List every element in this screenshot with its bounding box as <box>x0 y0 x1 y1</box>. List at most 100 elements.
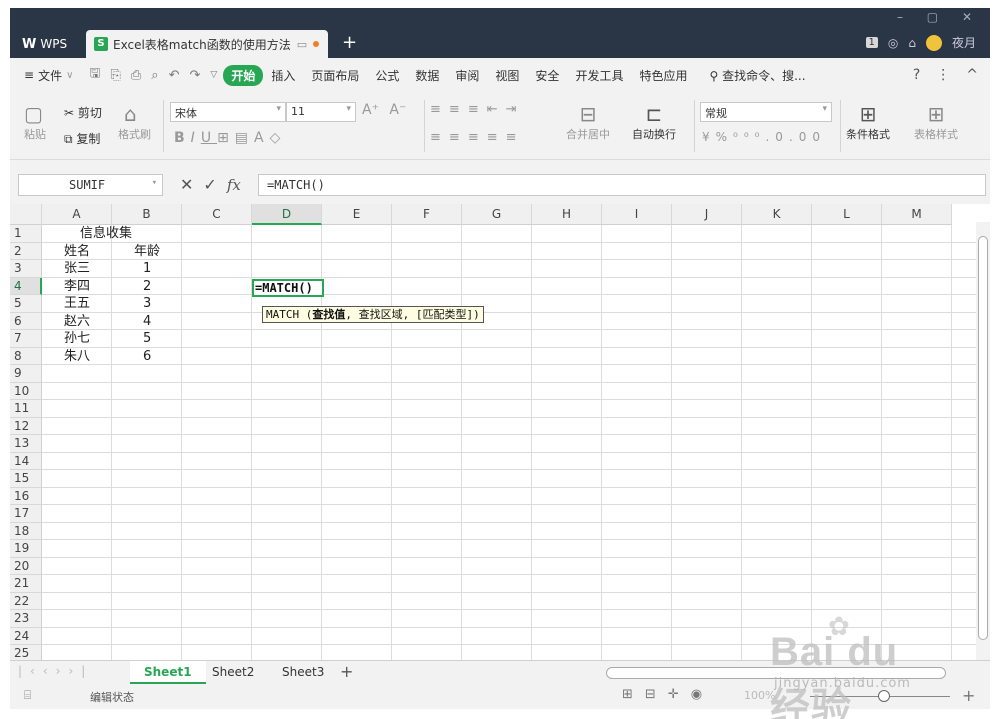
row-header-22[interactable]: 22 <box>10 592 42 610</box>
column-header-g[interactable]: G <box>462 204 532 225</box>
cell-b2-header[interactable]: 年龄 <box>134 243 160 261</box>
tab-home[interactable]: 开始 <box>223 64 264 86</box>
row-header-10[interactable]: 10 <box>10 382 42 400</box>
clear-format-icon[interactable]: ◇ <box>270 130 287 146</box>
reading-mode-icon[interactable]: ✛ <box>668 687 679 702</box>
row-header-5[interactable]: 5 <box>10 295 42 313</box>
align-right-icon[interactable]: ≡ <box>468 130 487 145</box>
row-header-6[interactable]: 6 <box>10 312 42 330</box>
new-tab-button[interactable]: + <box>342 32 357 54</box>
confirm-formula-icon[interactable]: ✓ <box>203 174 216 196</box>
border-icon[interactable]: ⊞ <box>217 130 235 146</box>
maximize-button[interactable]: ▢ <box>927 10 948 24</box>
tab-page-layout[interactable]: 页面布局 <box>303 67 367 84</box>
print-icon[interactable]: ⎙ <box>131 68 141 83</box>
row-header-17[interactable]: 17 <box>10 505 42 523</box>
wrap-text-button[interactable]: ⊏ 自动换行 <box>632 102 676 142</box>
align-left-icon[interactable]: ≡ <box>430 130 449 145</box>
row-header-1[interactable]: 1 <box>10 225 42 243</box>
print-preview-icon[interactable]: ⌕ <box>151 68 158 83</box>
row-header-12[interactable]: 12 <box>10 417 42 435</box>
name-box[interactable]: SUMIF ▾ <box>18 174 163 196</box>
grow-font-icon[interactable]: A⁺ <box>362 102 379 118</box>
column-header-h[interactable]: H <box>532 204 602 225</box>
thousands-icon[interactable]: ⁰⁰⁰ <box>733 130 765 144</box>
cell-name[interactable]: 李四 <box>64 278 90 296</box>
cell-name[interactable]: 赵六 <box>64 313 90 331</box>
row-header-25[interactable]: 25 <box>10 645 42 660</box>
cell-age[interactable]: 4 <box>143 313 151 331</box>
window-count-badge[interactable]: 1 <box>865 37 878 48</box>
command-search[interactable]: ⚲ 查找命令、搜... <box>709 67 805 84</box>
sheet-tab-sheet1[interactable]: Sheet1 <box>130 661 206 684</box>
row-header-14[interactable]: 14 <box>10 452 42 470</box>
cell-a2-header[interactable]: 姓名 <box>64 243 90 261</box>
indent-increase-icon[interactable]: ⇥ <box>506 102 525 117</box>
row-header-4[interactable]: 4 <box>10 277 42 295</box>
table-style-button[interactable]: ⊞ 表格样式 <box>914 102 958 142</box>
tab-formulas[interactable]: 公式 <box>367 67 407 84</box>
dropdown-icon[interactable]: ▽ <box>210 70 217 80</box>
next-sheet-icon[interactable]: › <box>56 664 69 678</box>
wps-home-tab[interactable]: W WPS <box>16 32 73 56</box>
cancel-formula-icon[interactable]: ✕ <box>180 174 193 196</box>
export-pdf-icon[interactable]: ⎘ <box>110 68 120 83</box>
row-header-9[interactable]: 9 <box>10 365 42 383</box>
currency-icon[interactable]: ¥ <box>702 130 716 144</box>
indent-decrease-icon[interactable]: ⇤ <box>487 102 506 117</box>
paste-button[interactable]: ▢ 粘贴 <box>24 102 46 142</box>
number-format-select[interactable]: 常规 ▾ <box>700 102 832 122</box>
undo-icon[interactable]: ↶ <box>169 68 180 83</box>
column-header-c[interactable]: C <box>182 204 252 225</box>
font-name-select[interactable]: 宋体 ▾ <box>170 102 286 122</box>
zoom-slider-knob[interactable] <box>878 690 890 702</box>
column-header-f[interactable]: F <box>392 204 462 225</box>
column-header-m[interactable]: M <box>882 204 952 225</box>
row-header-16[interactable]: 16 <box>10 487 42 505</box>
zoom-in-button[interactable]: + <box>962 686 975 705</box>
font-color-icon[interactable]: A <box>254 130 270 146</box>
distribute-icon[interactable]: ≡ <box>506 130 525 145</box>
sheet-tab-sheet3[interactable]: Sheet3 <box>268 661 338 684</box>
tab-developer[interactable]: 开发工具 <box>567 67 631 84</box>
column-header-a[interactable]: A <box>42 204 112 225</box>
tab-review[interactable]: 审阅 <box>447 67 487 84</box>
vertical-scroll-thumb[interactable] <box>978 236 988 640</box>
horizontal-scrollbar[interactable] <box>606 667 946 679</box>
save-icon[interactable]: 🖫 <box>89 64 100 86</box>
row-header-24[interactable]: 24 <box>10 627 42 645</box>
vertical-scrollbar[interactable] <box>976 222 990 660</box>
row-header-23[interactable]: 23 <box>10 610 42 628</box>
row-header-19[interactable]: 19 <box>10 540 42 558</box>
shirt-icon[interactable]: ⌂ <box>908 36 916 50</box>
cell-age[interactable]: 5 <box>143 330 151 348</box>
pin-icon[interactable]: ▭ <box>297 38 307 51</box>
column-header-e[interactable]: E <box>322 204 392 225</box>
shrink-font-icon[interactable]: A⁻ <box>389 102 406 118</box>
merge-center-button[interactable]: ⊟ 合并居中 <box>566 102 610 142</box>
prev-sheet-icon[interactable]: ‹ <box>43 664 56 678</box>
tab-data[interactable]: 数据 <box>407 67 447 84</box>
format-painter-button[interactable]: ⌂ 格式刷 <box>118 102 151 142</box>
insert-function-icon[interactable]: fx <box>227 174 241 196</box>
copy-button[interactable]: ⧉ 复制 <box>64 130 100 147</box>
minimize-button[interactable]: – <box>897 10 913 24</box>
row-header-15[interactable]: 15 <box>10 470 42 488</box>
add-sheet-button[interactable]: + <box>340 661 353 683</box>
align-middle-icon[interactable]: ≡ <box>449 102 468 117</box>
row-header-11[interactable]: 11 <box>10 400 42 418</box>
percent-icon[interactable]: % <box>716 130 733 144</box>
cell-a1-title[interactable]: 信息收集 <box>80 225 132 243</box>
redo-icon[interactable]: ↷ <box>189 68 200 83</box>
file-menu[interactable]: ≡ 文件 ∨ <box>10 67 83 84</box>
cell-name[interactable]: 朱八 <box>64 348 90 366</box>
row-header-18[interactable]: 18 <box>10 522 42 540</box>
fill-color-icon[interactable]: ▤ <box>235 130 254 146</box>
close-button[interactable]: ✕ <box>962 10 982 24</box>
tab-view[interactable]: 视图 <box>487 67 527 84</box>
first-sheet-icon[interactable]: |‹ <box>18 664 43 678</box>
align-center-icon[interactable]: ≡ <box>449 130 468 145</box>
cell-name[interactable]: 张三 <box>64 260 90 278</box>
help-icon[interactable]: ? <box>913 67 920 83</box>
increase-decimal-icon[interactable]: .0 <box>765 130 788 144</box>
